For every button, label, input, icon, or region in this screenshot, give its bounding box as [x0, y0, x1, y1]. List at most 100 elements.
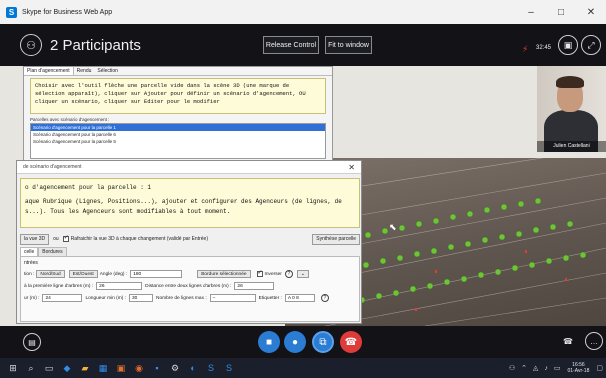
volume-icon[interactable]: ♪ [544, 365, 548, 372]
maximize-button[interactable]: □ [546, 0, 576, 24]
scenario-list[interactable]: Scénario d'agencement pour la parcelle 1… [30, 123, 326, 159]
skype-icon[interactable]: S [220, 358, 238, 378]
more-options-button[interactable]: … [585, 332, 603, 350]
task-view-icon[interactable]: ▭ [40, 358, 58, 378]
parameters-panel: ntrées tion : Nord/Sud Est/Ouest Angle (… [20, 256, 360, 322]
or-label: ou [53, 236, 59, 242]
chat-button[interactable]: ▤ [23, 333, 41, 351]
invert-label: Inverser [264, 271, 282, 277]
minimize-button[interactable]: – [516, 0, 546, 24]
windows-taskbar: ⊞ ⌕ ▭ ◆ ▰ ▦ ▣ ◉ ▪ ⚙ ◐ S S ⚇ ⌃ ◬ ♪ ▭ 16:5… [0, 358, 606, 378]
app-icon[interactable]: ◐ [184, 358, 202, 378]
tab-selection[interactable]: Sélection [94, 67, 121, 75]
microphone-button[interactable]: ● [284, 331, 306, 353]
first-line-label: à la première ligne d'arbres (m) : [24, 283, 94, 289]
people-icon[interactable]: ⚇ [509, 364, 515, 372]
distance-label: Distance entre deux lignes d'arbres (m) … [145, 283, 232, 289]
participants-icon: ⚇ [26, 39, 36, 52]
tab-rendu[interactable]: Rendu [74, 67, 95, 75]
notifications-icon[interactable]: ▢ [596, 364, 603, 372]
clock-date: 01-Avr-18 [567, 368, 590, 374]
dialog-title-bar: de scénario d'agencement ✕ [17, 161, 361, 174]
meeting-controls-bar: ▤ ■ ● ⧉ ☎ ☎ … [0, 326, 606, 358]
label-input[interactable]: A 0 8 [284, 294, 315, 302]
dialog-heading: o d'agencement pour la parcelle : 1 [25, 184, 152, 191]
dialog-body: aque Rubrique (Lignes, Positions...), aj… [25, 198, 342, 215]
help-icon[interactable]: ? [320, 294, 329, 302]
dialog-close-icon[interactable]: ✕ [348, 163, 355, 172]
refresh-label: Rafraichir la vue 3D à chaque changement… [70, 236, 208, 242]
folder-icon[interactable]: ▰ [76, 358, 94, 378]
tab-bordures[interactable]: Bordures [38, 247, 67, 256]
dialog-tabs: celle Bordures [20, 247, 67, 256]
settings-icon[interactable]: ⚙ [166, 358, 184, 378]
battery-icon[interactable]: ▭ [554, 364, 561, 372]
dialog-instructions: o d'agencement pour la parcelle : 1 aque… [20, 178, 360, 228]
synthesis-button[interactable]: Synthèse parcelle [312, 233, 360, 245]
width-label: ur (m) : [24, 295, 40, 301]
firefox-icon[interactable]: ◉ [130, 358, 148, 378]
tab-plan-agencement[interactable]: Plan d'agencement [24, 67, 74, 75]
min-length-label: Longueur min (m) : [85, 295, 126, 301]
participant-name: Julien Castellani [537, 141, 606, 152]
participant-video-tile[interactable]: Julien Castellani [537, 66, 606, 152]
width-input[interactable]: 24 [42, 294, 83, 302]
chat-icon: ▤ [28, 337, 36, 347]
instructions-text: Choisir avec l'outil flèche une parcelle… [30, 78, 326, 114]
list-item[interactable]: Scénario d'agencement pour la parcelle 6 [31, 131, 325, 138]
search-icon[interactable]: ⌕ [22, 358, 40, 378]
layout-button[interactable]: ▣ [558, 35, 578, 55]
skype-logo-icon: S [6, 6, 17, 18]
tab-parcelle[interactable]: celle [20, 247, 39, 256]
angle-label: Angle (deg) : [99, 271, 128, 277]
option-stepper[interactable]: ⌄ [296, 270, 309, 278]
first-line-input[interactable]: 26 [96, 282, 143, 290]
label-label: Etiquetter : [258, 295, 282, 301]
east-west-button[interactable]: Est/Ouest [68, 270, 98, 278]
refresh-checkbox[interactable] [62, 234, 69, 242]
view-3d-button[interactable]: la vue 3D [20, 233, 50, 245]
list-item[interactable]: Scénario d'agencement pour la parcelle 1 [31, 124, 325, 131]
angle-input[interactable]: 180 [130, 270, 183, 278]
camera-icon: ■ [265, 336, 273, 348]
layout-icon: ▣ [563, 39, 573, 50]
start-windows-icon[interactable]: ⊞ [4, 358, 22, 378]
min-length-input[interactable]: 30 [129, 294, 153, 302]
skype-icon[interactable]: S [202, 358, 220, 378]
store-icon[interactable]: ▦ [94, 358, 112, 378]
device-button[interactable]: ☎ [559, 332, 577, 350]
orientation-label: tion : [24, 271, 35, 277]
distance-input[interactable]: 26 [234, 282, 275, 290]
camera-button[interactable]: ■ [258, 331, 280, 353]
list-item[interactable]: Scénario d'agencement pour la parcelle 5 [31, 138, 325, 145]
app-icon[interactable]: ◆ [58, 358, 76, 378]
fit-to-window-button[interactable]: Fit to window [325, 36, 372, 54]
participants-count: 2 Participants [50, 36, 141, 54]
hang-up-icon: ☎ [344, 336, 358, 348]
video-person-hair [556, 76, 584, 88]
participants-button[interactable]: ⚇ [20, 34, 42, 56]
dimensions-row: ur (m) : 24 Longueur min (m) : 30 Nombre… [24, 294, 329, 302]
max-lines-input[interactable]: – [209, 294, 256, 302]
dialog-title: de scénario d'agencement [23, 164, 82, 170]
fullscreen-icon: ⤢ [587, 39, 595, 50]
fullscreen-button[interactable]: ⤢ [581, 35, 601, 55]
app-icon[interactable]: ▣ [112, 358, 130, 378]
share-button[interactable]: ⧉ [312, 331, 334, 353]
selected-border-button[interactable]: Bordure sélectionnée [197, 270, 251, 278]
taskbar-clock[interactable]: 16:56 01-Avr-18 [568, 362, 590, 374]
app-icon[interactable]: ▪ [148, 358, 166, 378]
invert-checkbox[interactable] [256, 269, 263, 277]
close-window-button[interactable]: ✕ [576, 0, 606, 24]
help-icon[interactable]: ? [284, 270, 293, 278]
scenario-editor-dialog: de scénario d'agencement ✕ o d'agencemen… [16, 160, 362, 324]
chevron-up-icon[interactable]: ⌃ [521, 364, 527, 372]
north-south-button[interactable]: Nord/Sud [36, 270, 65, 278]
release-control-button[interactable]: Release Control [263, 36, 319, 54]
network-icon[interactable]: ◬ [533, 364, 538, 372]
network-quality-icon: ⚡ [522, 44, 529, 54]
window-title-bar: S Skype for Business Web App – □ ✕ [0, 0, 606, 24]
shared-screen[interactable]: ⬉ Julien Castellani Plan d'agencement Re… [0, 66, 606, 326]
system-tray: ⚇ ⌃ ◬ ♪ ▭ 16:56 01-Avr-18 ▢ [506, 358, 606, 378]
hang-up-button[interactable]: ☎ [340, 331, 362, 353]
